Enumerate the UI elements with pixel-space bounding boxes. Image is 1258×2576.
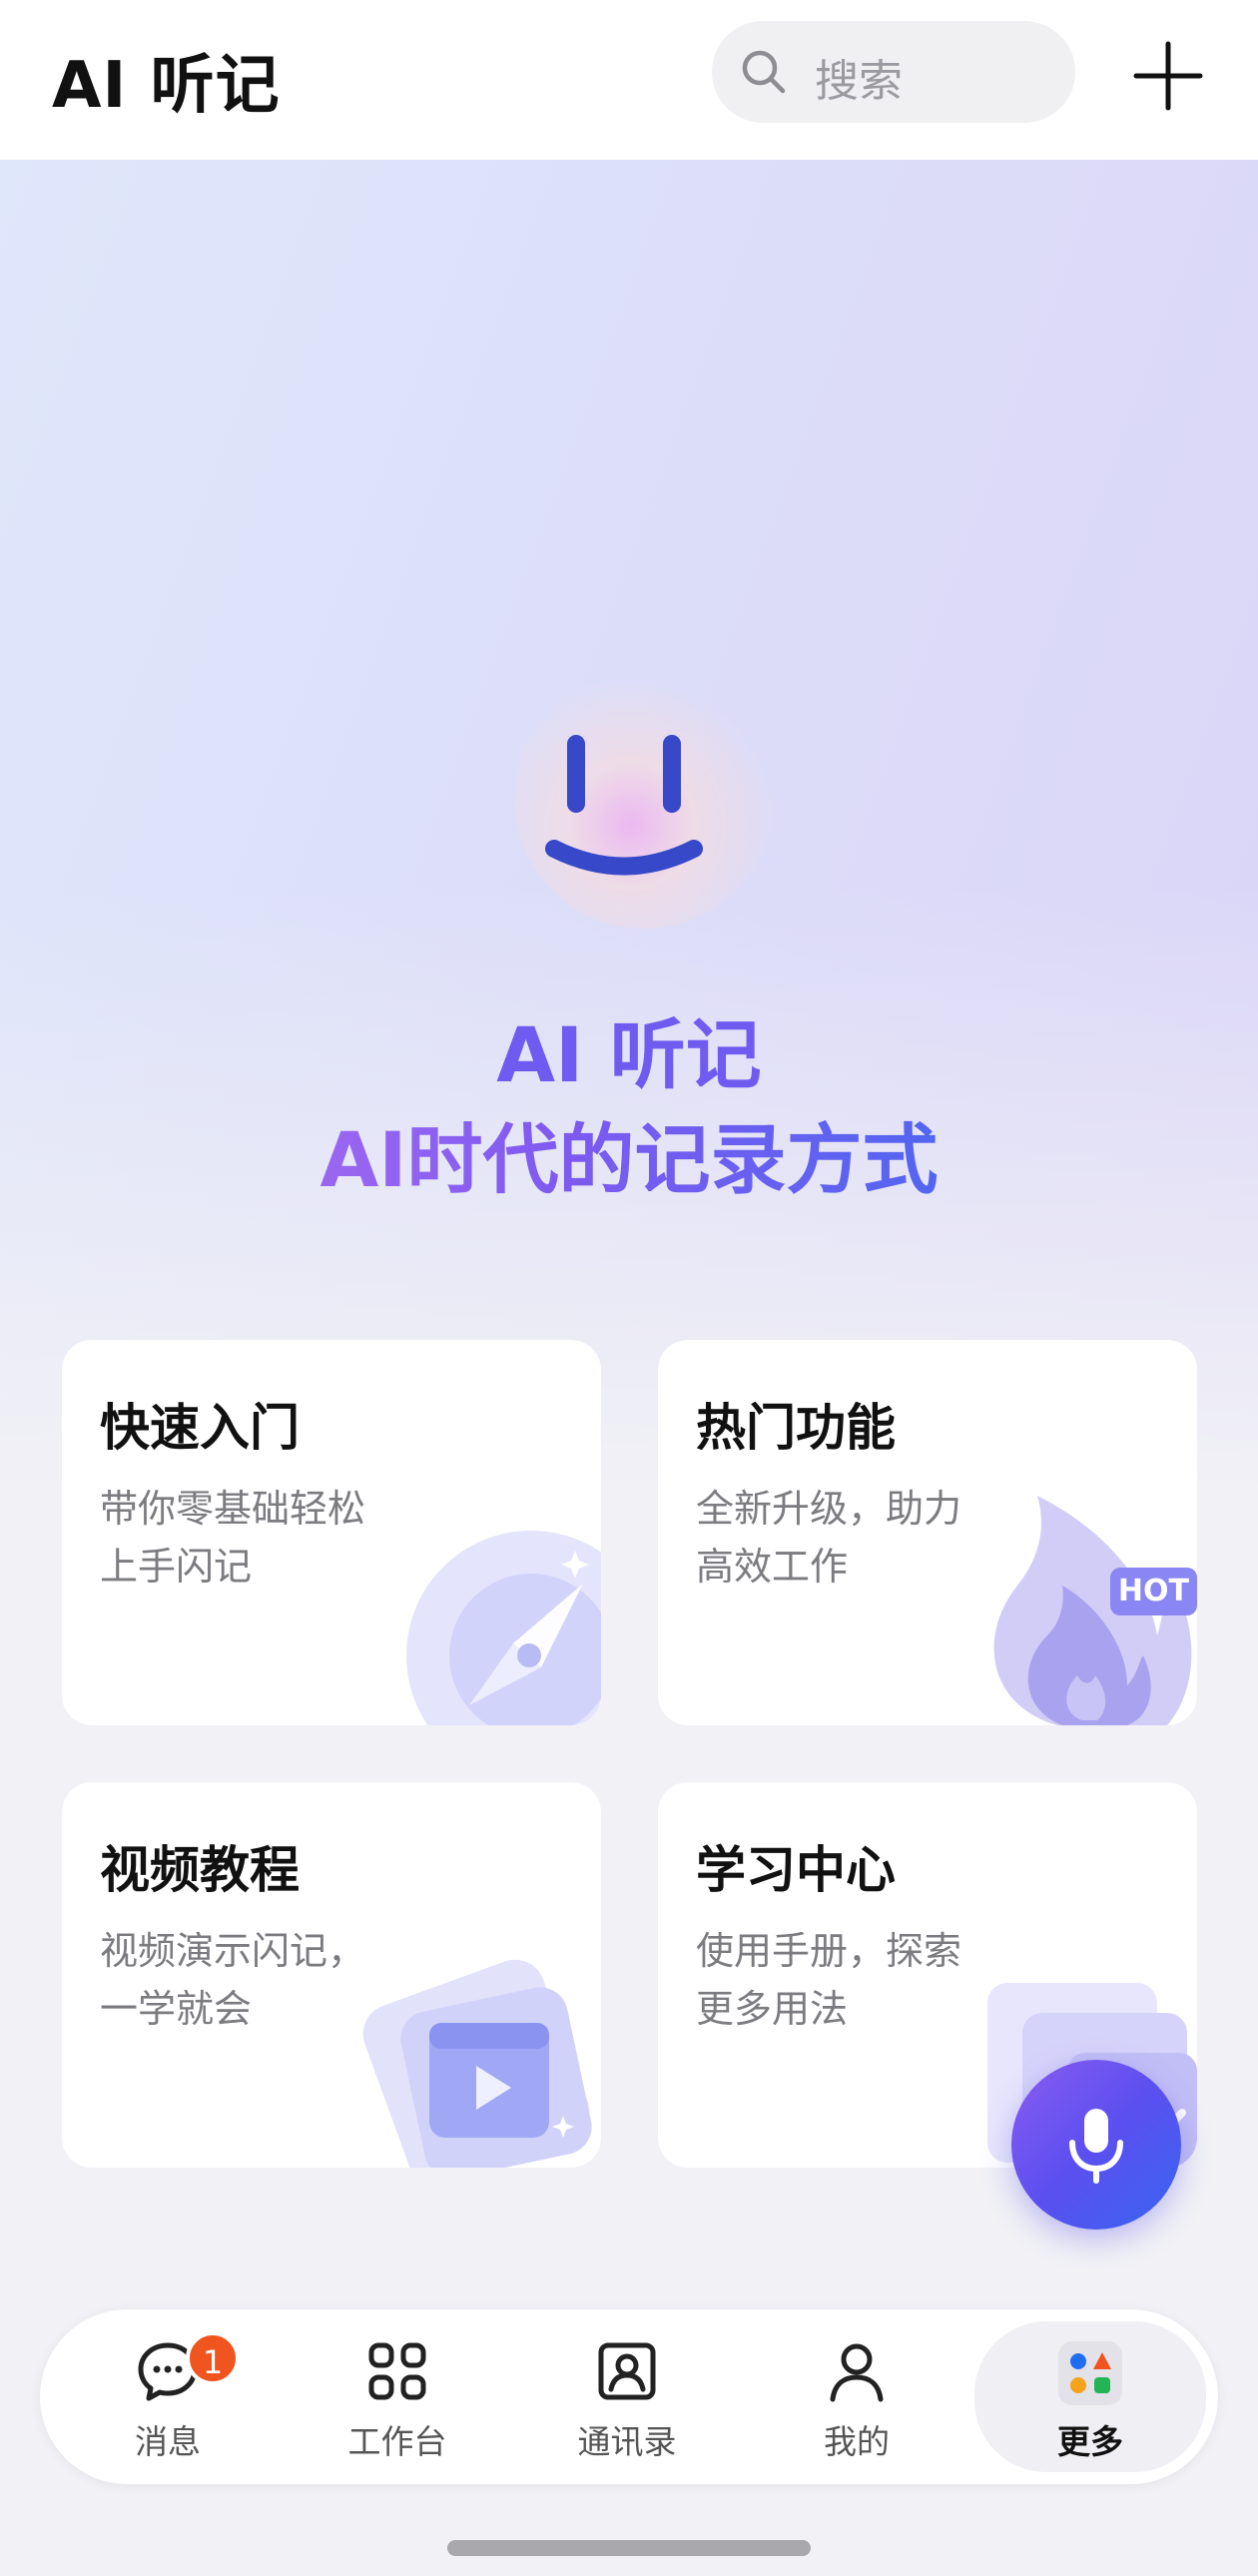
hero-title: AI 听记 (496, 1010, 762, 1099)
nav-item-contacts[interactable]: 通讯录 (517, 2309, 737, 2484)
nav-label: 工作台 (347, 2422, 447, 2461)
nav-item-messages[interactable]: 1 消息 (58, 2309, 278, 2484)
hot-badge: HOT (1109, 1568, 1197, 1615)
record-mic-button[interactable] (1011, 2060, 1181, 2230)
nav-label: 我的 (824, 2422, 890, 2461)
nav-label: 更多 (1057, 2422, 1123, 2461)
card-title: 学习中心 (696, 1841, 896, 1899)
grid-icon (368, 2342, 426, 2400)
top-app-bar: AI 听记 搜索 (0, 0, 1258, 160)
nav-item-workbench[interactable]: 工作台 (288, 2309, 507, 2484)
unread-badge: 1 (186, 2331, 240, 2385)
plus-icon[interactable] (1128, 36, 1208, 116)
card-title: 快速入门 (100, 1399, 300, 1457)
card-quick-start[interactable]: 快速入门 带你零基础轻松上手闪记 (62, 1340, 601, 1725)
nav-item-me[interactable]: 我的 (747, 2309, 966, 2484)
nav-label: 通讯录 (577, 2422, 677, 2461)
card-popular-features[interactable]: 热门功能 全新升级，助力高效工作 HOT (658, 1340, 1197, 1725)
contacts-icon (598, 2342, 656, 2400)
card-description: 带你零基础轻松上手闪记 (100, 1487, 366, 1589)
search-icon (742, 50, 786, 94)
bottom-navigation-bar: 1 消息 工作台 通讯录 我的 更多 (40, 2309, 1218, 2484)
home-indicator[interactable] (447, 2540, 811, 2556)
person-icon (830, 2343, 884, 2402)
app-title: AI 听记 (52, 49, 281, 123)
play-video-icon (362, 1959, 592, 2168)
search-input[interactable]: 搜索 (712, 21, 1075, 123)
card-video-tutorial[interactable]: 视频教程 视频演示闪记，一学就会 (62, 1782, 601, 2168)
apps-more-icon (1058, 2341, 1122, 2405)
search-placeholder: 搜索 (815, 56, 903, 107)
card-description: 使用手册，探索更多用法 (696, 1929, 962, 2031)
nav-item-more[interactable]: 更多 (974, 2321, 1206, 2472)
microphone-icon (1069, 2109, 1123, 2184)
card-description: 全新升级，助力高效工作 (696, 1487, 962, 1589)
compass-icon (406, 1531, 601, 1725)
smiley-face-icon (545, 735, 703, 876)
card-title: 视频教程 (100, 1841, 300, 1899)
nav-label: 消息 (135, 2422, 201, 2461)
hero-subtitle: AI时代的记录方式 (0, 1098, 1258, 1208)
card-title: 热门功能 (696, 1399, 896, 1457)
